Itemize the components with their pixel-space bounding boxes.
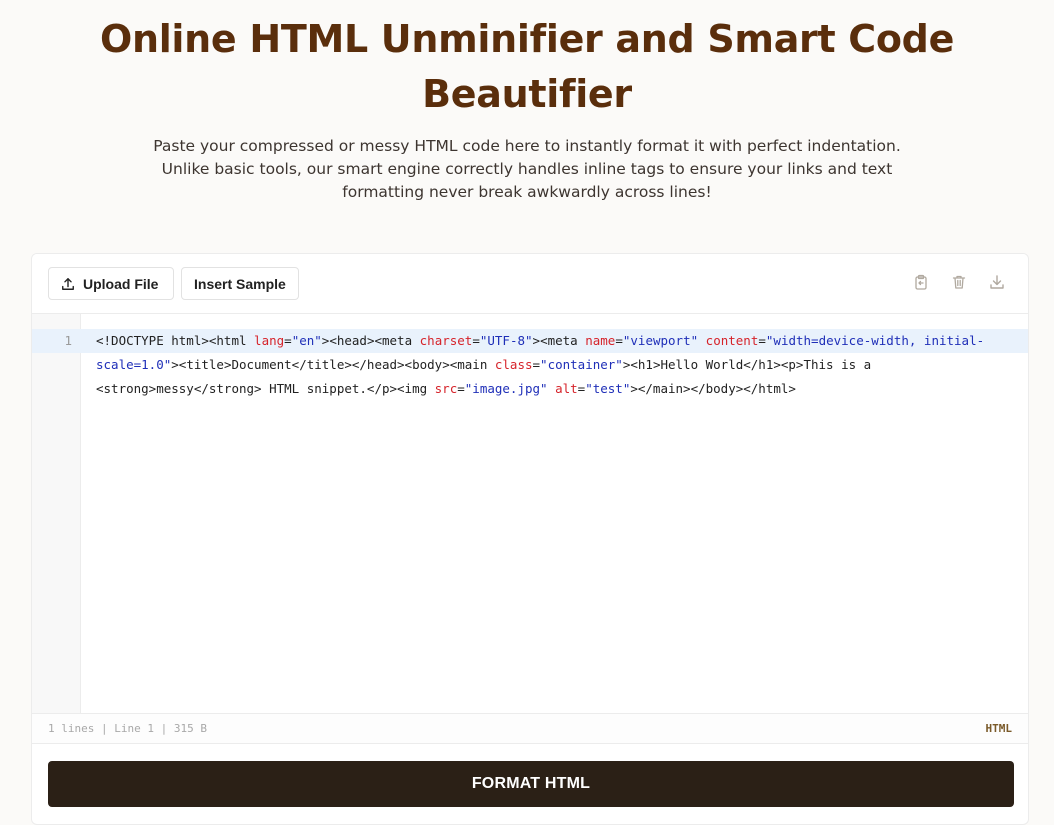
- code-line: scale=1.0"><title>Document</title></head…: [96, 353, 1016, 377]
- line-number: 1: [64, 333, 72, 348]
- code-token-tag: =: [472, 333, 480, 348]
- download-icon: [989, 274, 1005, 294]
- page-title: Online HTML Unminifier and Smart Code Be…: [0, 12, 1054, 122]
- code-token-tag: [548, 381, 556, 396]
- page-subtitle: Paste your compressed or messy HTML code…: [127, 135, 927, 204]
- code-token-tag: ></main></body></html>: [630, 381, 796, 396]
- trash-icon: [951, 274, 967, 294]
- code-token-attr: src: [434, 381, 458, 396]
- code-token-str: "width=device-width, initial-: [765, 333, 985, 348]
- code-token-tag: =: [532, 357, 541, 372]
- clipboard-icon: [913, 274, 929, 294]
- code-token-str: "container": [540, 357, 623, 372]
- code-token-attr: charset: [419, 333, 473, 348]
- code-token-str: "en": [291, 333, 322, 348]
- code-token-tag: ><meta: [532, 333, 586, 348]
- upload-file-button[interactable]: Upload File: [48, 267, 174, 300]
- insert-sample-label: Insert Sample: [194, 275, 286, 292]
- code-token-tag: <strong>messy</strong> HTML snippet.</p>…: [96, 381, 435, 396]
- editor-card: Upload File Insert Sample 1 <!DOCTYPE ht…: [31, 253, 1029, 825]
- status-info: 1 lines | Line 1 | 315 B: [48, 722, 207, 735]
- format-html-label: FORMAT HTML: [471, 775, 591, 792]
- code-content[interactable]: <!DOCTYPE html><html lang="en"><head><me…: [96, 329, 1016, 401]
- page-title-line-1: Online HTML Unminifier and Smart Code: [99, 17, 955, 61]
- code-editor[interactable]: 1 <!DOCTYPE html><html lang="en"><head><…: [32, 314, 1028, 714]
- upload-icon: [61, 277, 75, 291]
- clear-button[interactable]: [949, 274, 969, 294]
- code-token-str: "viewport": [622, 333, 699, 348]
- code-token-attr: name: [585, 333, 616, 348]
- code-token-attr: content: [705, 333, 759, 348]
- code-token-tag: =: [758, 333, 766, 348]
- download-button[interactable]: [987, 274, 1007, 294]
- code-line: <strong>messy</strong> HTML snippet.</p>…: [96, 377, 1016, 401]
- copy-button[interactable]: [911, 274, 931, 294]
- code-token-tag: =: [457, 381, 465, 396]
- code-token-tag: ><title>Document</title></head><body><ma…: [171, 357, 495, 372]
- upload-file-label: Upload File: [83, 275, 159, 292]
- subtitle-line-2: Unlike basic tools, our smart engine cor…: [161, 160, 893, 178]
- code-token-tag: =: [284, 333, 292, 348]
- code-token-str: "test": [585, 381, 631, 396]
- code-token-str: "image.jpg": [464, 381, 548, 396]
- code-token-tag: [698, 333, 706, 348]
- language-badge: HTML: [985, 722, 1013, 735]
- subtitle-line-3: formatting never break awkwardly across …: [342, 183, 712, 201]
- code-token-attr: alt: [555, 381, 578, 396]
- insert-sample-button[interactable]: Insert Sample: [181, 267, 299, 300]
- code-line: <!DOCTYPE html><html lang="en"><head><me…: [96, 329, 1016, 353]
- code-token-tag: =: [615, 333, 623, 348]
- editor-toolbar: Upload File Insert Sample: [32, 254, 1028, 314]
- page-title-line-2: Beautifier: [422, 72, 632, 116]
- code-token-tag: ><h1>Hello World</h1><p>This is a: [622, 357, 872, 372]
- code-token-attr: class: [494, 357, 533, 372]
- status-bar: 1 lines | Line 1 | 315 B HTML: [32, 713, 1028, 744]
- code-token-attr: lang: [254, 333, 285, 348]
- format-html-button[interactable]: FORMAT HTML: [48, 761, 1014, 807]
- code-token-tag: ><head><meta: [321, 333, 420, 348]
- code-token-str: "UTF-8": [479, 333, 533, 348]
- code-token-str: scale=1.0": [96, 357, 172, 372]
- code-token-tag: <!DOCTYPE html><html: [96, 333, 255, 348]
- subtitle-line-1: Paste your compressed or messy HTML code…: [153, 137, 901, 155]
- line-number-gutter: [32, 314, 81, 714]
